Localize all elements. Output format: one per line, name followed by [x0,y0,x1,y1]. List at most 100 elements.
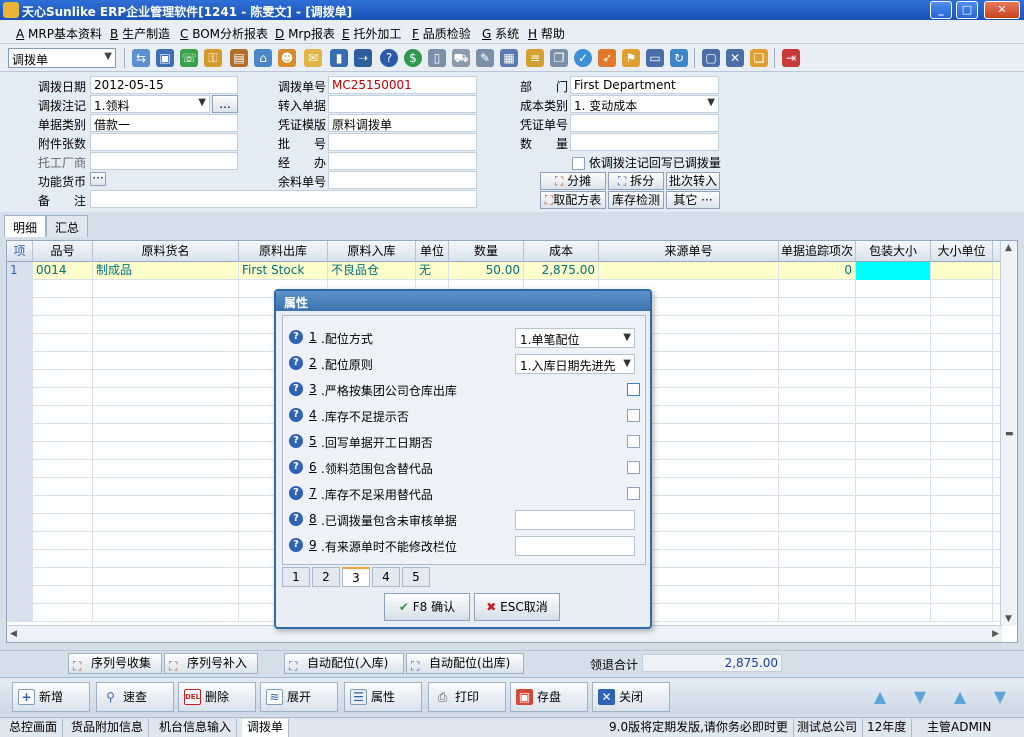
empty-cell[interactable] [931,334,993,352]
empty-cell[interactable] [93,550,239,568]
empty-cell[interactable] [779,334,856,352]
cell-src[interactable] [599,262,779,280]
close-window-button[interactable]: ✕ [984,1,1020,19]
monitor-icon[interactable]: ▣ [156,49,174,67]
mail-icon[interactable]: ✉ [304,49,322,67]
cell-unit[interactable]: 无 [416,262,449,280]
cell-in-wh[interactable]: 不良品仓 [328,262,416,280]
col-idx[interactable]: 项 [7,241,33,262]
empty-cell[interactable] [856,316,931,334]
maximize-button[interactable]: □ [956,1,978,19]
status-tab-transfer[interactable]: 调拨单 [242,719,290,737]
scroll-down-icon[interactable]: ▼ [1005,614,1012,624]
col-code[interactable]: 品号 [33,241,93,262]
document-icon[interactable]: ▯ [428,49,446,67]
cart-icon[interactable]: ⛟ [452,49,470,67]
use-substitute-checkbox[interactable] [627,487,640,500]
empty-cell[interactable] [7,586,33,604]
date-field[interactable]: 2012-05-15 [90,76,238,94]
empty-cell[interactable] [779,532,856,550]
empty-cell[interactable] [779,460,856,478]
stock-check-button[interactable]: 库存检测 [608,191,664,209]
empty-cell[interactable] [856,280,931,298]
empty-cell[interactable] [931,424,993,442]
calculator-icon[interactable]: ▦ [500,49,518,67]
empty-cell[interactable] [33,532,93,550]
empty-cell[interactable] [7,568,33,586]
doc-no-field[interactable]: MC25150001 [328,76,477,94]
close-button[interactable]: ✕ 关闭 [592,682,670,712]
first-record-icon[interactable]: ▲ [862,684,898,710]
empty-cell[interactable] [779,550,856,568]
tab-detail[interactable]: 明细 [4,215,47,237]
empty-cell[interactable] [93,442,239,460]
col-size-unit[interactable]: 大小单位 [931,241,993,262]
ok-button[interactable]: ✔ F8 确认 [384,593,470,621]
empty-cell[interactable] [779,406,856,424]
menu-mrp-basic[interactable]: A MRP基本资料 [16,25,102,42]
empty-cell[interactable] [931,406,993,424]
empty-cell[interactable] [93,532,239,550]
dept-field[interactable]: First Department [570,76,719,94]
empty-cell[interactable] [779,424,856,442]
empty-cell[interactable] [931,352,993,370]
get-plan-button[interactable]: ⛶取配方表 [540,191,606,209]
empty-cell[interactable] [33,280,93,298]
cell-out-wh[interactable]: First Stock [239,262,328,280]
empty-cell[interactable] [856,424,931,442]
dollar-icon[interactable]: $ [404,49,422,67]
empty-cell[interactable] [779,604,856,622]
batch-in-button[interactable]: 批次转入 [666,172,720,190]
rocket-icon[interactable]: ➶ [598,49,616,67]
status-tab-goods[interactable]: 货品附加信息 [66,719,150,737]
cell-cost[interactable]: 2,875.00 [524,262,599,280]
empty-cell[interactable] [7,496,33,514]
serial-collect-button[interactable]: ⛶ 序列号收集 [68,653,162,674]
scroll-right-icon[interactable]: ▶ [992,629,999,639]
add-button[interactable]: + 新增 [12,682,90,712]
prev-record-icon[interactable]: ▼ [902,684,938,710]
menu-mrp-report[interactable]: D Mrp报表 [275,25,335,42]
other-button[interactable]: 其它 ··· [666,191,720,209]
help-icon[interactable]: ? [380,49,398,67]
menu-help[interactable]: H 帮助 [528,25,565,42]
empty-cell[interactable] [33,352,93,370]
refresh-icon[interactable]: ↻ [670,49,688,67]
empty-cell[interactable] [931,568,993,586]
rest-no-field[interactable] [328,171,477,189]
col-out-wh[interactable]: 原料出库 [239,241,328,262]
empty-cell[interactable] [931,478,993,496]
cell-trace[interactable]: 0 [779,262,856,280]
alloc-rule-select[interactable]: 1.入库日期先进先 ▼ [515,354,635,374]
quick-search-button[interactable]: ⚲ 速查 [96,682,174,712]
empty-cell[interactable] [856,514,931,532]
empty-cell[interactable] [779,586,856,604]
empty-cell[interactable] [33,388,93,406]
empty-cell[interactable] [7,298,33,316]
transfer-in-field[interactable] [328,95,477,113]
empty-cell[interactable] [931,514,993,532]
briefcase-icon[interactable]: ▤ [230,49,248,67]
empty-cell[interactable] [93,478,239,496]
cost-type-select[interactable]: 1. 变动成本 ▼ [570,95,719,113]
scroll-left-icon[interactable]: ◀ [10,629,17,639]
empty-cell[interactable] [779,442,856,460]
col-trace[interactable]: 单据追踪项次 [779,241,856,262]
empty-cell[interactable] [93,514,239,532]
col-unit[interactable]: 单位 [416,241,449,262]
empty-cell[interactable] [33,298,93,316]
empty-cell[interactable] [93,316,239,334]
empty-cell[interactable] [7,478,33,496]
empty-cell[interactable] [33,586,93,604]
empty-cell[interactable] [931,388,993,406]
window-icon[interactable]: ▢ [702,49,720,67]
vertical-scrollbar[interactable]: ▲ ▬ ▼ [1000,241,1017,626]
table-row[interactable]: 1 0014 制成品 First Stock 不良品仓 无 50.00 2,87… [7,262,1002,280]
status-tab-main[interactable]: 总控画面 [4,719,64,737]
print-button[interactable]: ⎙ 打印 [428,682,506,712]
include-substitute-checkbox[interactable] [627,461,640,474]
empty-cell[interactable] [7,316,33,334]
currency-button[interactable]: ··· [90,172,106,186]
empty-cell[interactable] [779,370,856,388]
empty-cell[interactable] [33,604,93,622]
